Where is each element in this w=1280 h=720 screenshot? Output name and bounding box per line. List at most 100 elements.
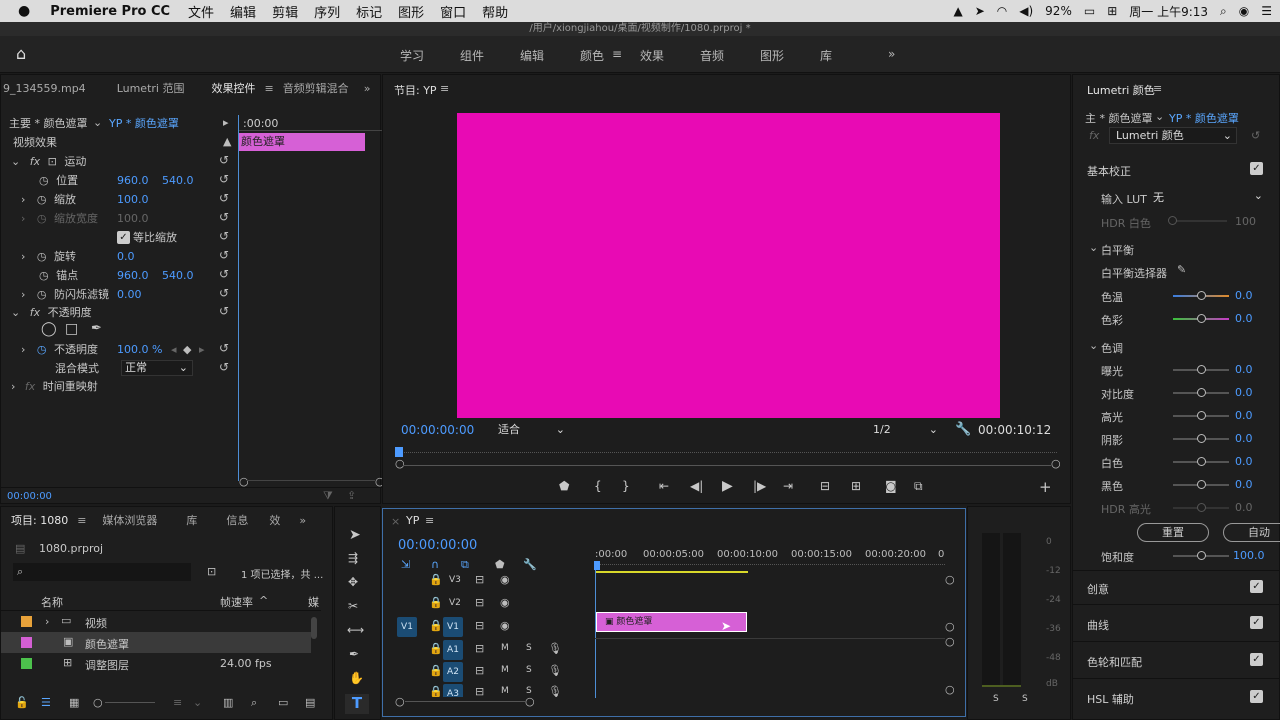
tab-effects[interactable]: 效 xyxy=(269,512,280,528)
workspace-libraries[interactable]: 库 xyxy=(820,47,832,64)
tab-menu-icon[interactable]: ≡ xyxy=(77,514,86,527)
fit-select[interactable]: 适合 ⌄ xyxy=(495,422,569,438)
zoom-handle-icon[interactable]: ○ xyxy=(395,457,405,470)
workspace-graphics[interactable]: 图形 xyxy=(760,47,784,64)
add-button-icon[interactable]: + xyxy=(1039,478,1052,496)
lumetri-source[interactable]: 主 * 颜色遮罩 xyxy=(1085,110,1153,126)
expand-icon[interactable]: ⌄ xyxy=(11,155,20,168)
stopwatch-active-icon[interactable]: ◷ xyxy=(37,343,47,356)
curves-heading[interactable]: 曲线 xyxy=(1087,617,1109,633)
solo-button[interactable]: S xyxy=(526,643,532,653)
tab-info[interactable]: 信息 xyxy=(226,512,248,528)
creative-checkbox[interactable]: ✓ xyxy=(1250,580,1263,593)
siri-icon[interactable]: ◉ xyxy=(1239,4,1249,18)
color-wheels-checkbox[interactable]: ✓ xyxy=(1250,653,1263,666)
reset-icon[interactable]: ↺ xyxy=(219,341,229,355)
stopwatch-icon[interactable]: ◷ xyxy=(39,269,49,282)
export-icon[interactable]: ⇪ xyxy=(347,489,356,502)
menu-clip[interactable]: 剪辑 xyxy=(272,2,298,21)
zoom-handle-icon[interactable]: ○ xyxy=(395,695,405,708)
next-keyframe-icon[interactable]: ▸ xyxy=(199,343,205,356)
creative-heading[interactable]: 创意 xyxy=(1087,581,1109,597)
reset-icon[interactable]: ↺ xyxy=(1251,129,1260,142)
more-tabs-icon[interactable]: » xyxy=(364,82,371,95)
sync-icon[interactable]: ⊟ xyxy=(475,664,484,677)
filter-icon[interactable]: ⧩ xyxy=(323,489,333,503)
rotation-value[interactable]: 0.0 xyxy=(117,247,135,266)
timeline-playhead[interactable] xyxy=(594,561,600,570)
color-wheels-heading[interactable]: 色轮和匹配 xyxy=(1087,654,1142,670)
mute-button[interactable]: M xyxy=(501,665,509,675)
play-only-icon[interactable]: ▸ xyxy=(223,116,229,129)
pen-mask-icon[interactable]: ✒ xyxy=(91,321,102,336)
pen-tool-icon[interactable]: ✒ xyxy=(349,647,359,661)
location-icon[interactable]: ➤ xyxy=(975,4,985,18)
resolution-select[interactable]: 1/2 ⌄ xyxy=(870,422,942,438)
sync-icon[interactable]: ⊟ xyxy=(475,642,484,655)
saturation-value[interactable]: 100.0 xyxy=(1233,549,1265,562)
blend-mode-select[interactable]: 正常 ⌄ xyxy=(121,360,193,376)
temperature-knob[interactable] xyxy=(1197,291,1206,300)
reset-icon[interactable]: ↺ xyxy=(219,229,229,243)
reset-icon[interactable]: ↺ xyxy=(219,267,229,281)
sort-icon[interactable]: ≡ xyxy=(173,696,182,709)
scroll-up-icon[interactable]: ▲ xyxy=(223,135,231,148)
whites-knob[interactable] xyxy=(1197,457,1206,466)
expand-icon[interactable]: › xyxy=(21,193,25,206)
microphone-icon[interactable]: 🎙 xyxy=(548,642,562,655)
tab-libraries[interactable]: 库 xyxy=(186,512,197,528)
auto-button[interactable]: 自动 xyxy=(1223,523,1280,542)
expand-icon[interactable]: ⌄ xyxy=(11,306,20,319)
scale-value[interactable]: 100.0 xyxy=(117,190,149,209)
expand-icon[interactable]: ⌄ xyxy=(1089,339,1098,352)
clock[interactable]: 周一 上午9:13 xyxy=(1129,3,1208,20)
source-patch-v1[interactable]: V1 xyxy=(397,617,417,637)
expand-icon[interactable]: ⌄ xyxy=(1089,241,1098,254)
highlights-knob[interactable] xyxy=(1197,411,1206,420)
rectangle-mask-icon[interactable]: □ xyxy=(65,321,78,337)
slip-tool-icon[interactable]: ⟷ xyxy=(347,623,364,637)
menu-sequence[interactable]: 序列 xyxy=(314,2,340,21)
battery-label[interactable]: 92% xyxy=(1045,4,1072,18)
program-ruler[interactable] xyxy=(401,452,1057,458)
scroll-handle-icon[interactable]: ○ xyxy=(945,573,955,586)
stopwatch-icon[interactable]: ◷ xyxy=(37,193,47,206)
hand-tool-icon[interactable]: ✋ xyxy=(349,671,364,685)
whites-value[interactable]: 0.0 xyxy=(1235,455,1253,468)
type-tool-icon[interactable]: T xyxy=(345,694,369,714)
eye-icon[interactable]: ◉ xyxy=(500,596,510,609)
program-zoom-bar[interactable] xyxy=(403,465,1051,466)
extract-icon[interactable]: ⊞ xyxy=(851,479,861,493)
add-keyframe-icon[interactable]: ◆ xyxy=(183,343,191,356)
curves-checkbox[interactable]: ✓ xyxy=(1250,616,1263,629)
reset-button[interactable]: 重置 xyxy=(1137,523,1209,542)
tab-menu-icon[interactable]: ≡ xyxy=(264,82,273,95)
step-forward-icon[interactable]: |▶ xyxy=(753,479,766,493)
reset-icon[interactable]: ↺ xyxy=(219,153,229,167)
flicker-value[interactable]: 0.00 xyxy=(117,285,142,304)
ellipse-mask-icon[interactable]: ◯ xyxy=(41,321,57,337)
playhead-timecode[interactable]: 00:00:00:00 xyxy=(401,423,474,437)
razor-tool-icon[interactable]: ✂ xyxy=(348,599,358,613)
expand-icon[interactable]: › xyxy=(21,343,25,356)
position-y[interactable]: 540.0 xyxy=(162,171,194,190)
reset-icon[interactable]: ↺ xyxy=(219,210,229,224)
track-target-a3[interactable]: A3 xyxy=(443,684,463,697)
expand-icon[interactable]: › xyxy=(11,380,15,393)
reset-icon[interactable]: ↺ xyxy=(219,248,229,262)
eyedropper-icon[interactable]: ✎ xyxy=(1177,263,1186,276)
hsl-heading[interactable]: HSL 辅助 xyxy=(1087,691,1134,707)
anchor-x[interactable]: 960.0 xyxy=(117,266,149,285)
hsl-checkbox[interactable]: ✓ xyxy=(1250,690,1263,703)
wifi-icon[interactable]: ◠ xyxy=(997,4,1007,18)
mini-timeline-clip[interactable]: 颜色遮罩 xyxy=(238,133,365,151)
ripple-edit-tool-icon[interactable]: ✥ xyxy=(348,575,358,589)
chevron-down-icon[interactable]: ⌄ xyxy=(1155,110,1164,123)
contrast-knob[interactable] xyxy=(1197,388,1206,397)
lumetri-sequence[interactable]: YP * 颜色遮罩 xyxy=(1169,110,1239,126)
selection-tool-icon[interactable]: ➤ xyxy=(349,527,361,543)
tint-knob[interactable] xyxy=(1197,314,1206,323)
shadows-knob[interactable] xyxy=(1197,434,1206,443)
marker-icon[interactable]: ⬟ xyxy=(559,479,569,493)
sequence-label[interactable]: YP * 颜色遮罩 xyxy=(109,114,179,133)
